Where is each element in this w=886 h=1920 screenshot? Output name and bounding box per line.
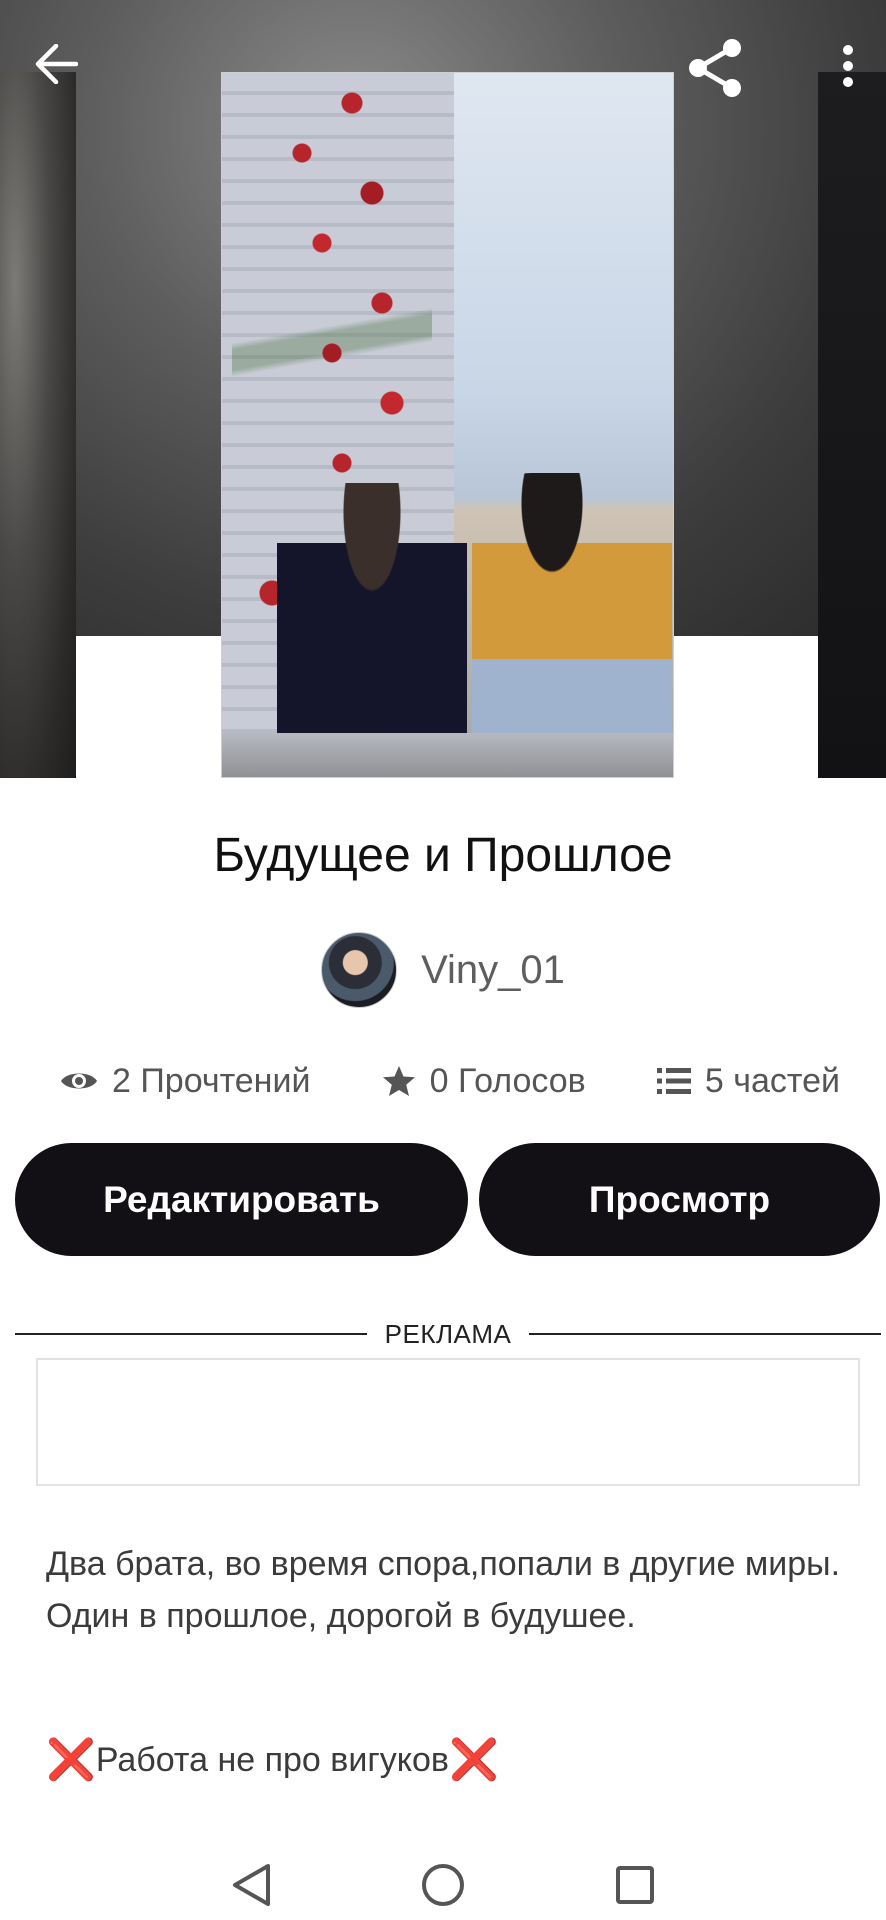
- parts-stat: 5 частей: [656, 1061, 840, 1101]
- system-recents-button[interactable]: [609, 1859, 661, 1911]
- story-title: Будущее и Прошлое: [213, 829, 673, 882]
- system-back-button[interactable]: [225, 1859, 277, 1911]
- votes-stat: 0 Голосов: [382, 1062, 586, 1101]
- share-icon: [689, 39, 741, 97]
- arrow-left-icon: [35, 44, 78, 84]
- list-icon: [656, 1068, 691, 1094]
- edit-button[interactable]: Редактировать: [15, 1143, 468, 1256]
- more-vertical-icon: [843, 45, 853, 87]
- square-recents-icon: [616, 1866, 654, 1904]
- more-options-button[interactable]: [824, 34, 872, 98]
- share-button[interactable]: [676, 28, 756, 108]
- ad-divider: РЕКЛАМА: [15, 1316, 882, 1352]
- ad-label: РЕКЛАМА: [384, 1318, 512, 1349]
- cross-mark-icon: ❌: [448, 1738, 499, 1782]
- next-cover[interactable]: [818, 72, 886, 778]
- reads-count: 2 Прочтений: [112, 1061, 311, 1100]
- story-note: ❌ Работа не про вигуков ❌: [46, 1740, 846, 1780]
- ad-slot[interactable]: [36, 1358, 860, 1486]
- star-icon: [382, 1066, 415, 1096]
- cross-mark-icon: ❌: [46, 1738, 96, 1782]
- view-button[interactable]: Просмотр: [479, 1143, 880, 1256]
- story-stats: 2 Прочтений 0 Голосов 5 частей: [60, 1054, 840, 1108]
- votes-count: 0 Голосов: [429, 1061, 586, 1100]
- author-row[interactable]: Viny_01: [0, 932, 886, 1008]
- story-note-text: Работа не про вигуков: [95, 1740, 449, 1779]
- triangle-back-icon: [233, 1864, 270, 1906]
- story-description: Два брата, во время спора,попали в други…: [46, 1545, 841, 1635]
- previous-cover[interactable]: [0, 72, 76, 778]
- eye-icon: [61, 1073, 97, 1089]
- author-avatar[interactable]: [321, 932, 398, 1008]
- circle-home-icon: [422, 1864, 464, 1906]
- system-home-button[interactable]: [417, 1859, 469, 1911]
- author-name[interactable]: Viny_01: [421, 948, 565, 993]
- back-button[interactable]: [24, 32, 88, 96]
- system-navigation-bar: [0, 1850, 886, 1920]
- reads-stat: 2 Прочтений: [60, 1062, 310, 1101]
- story-cover: [221, 72, 674, 778]
- parts-count: 5 частей: [704, 1061, 840, 1100]
